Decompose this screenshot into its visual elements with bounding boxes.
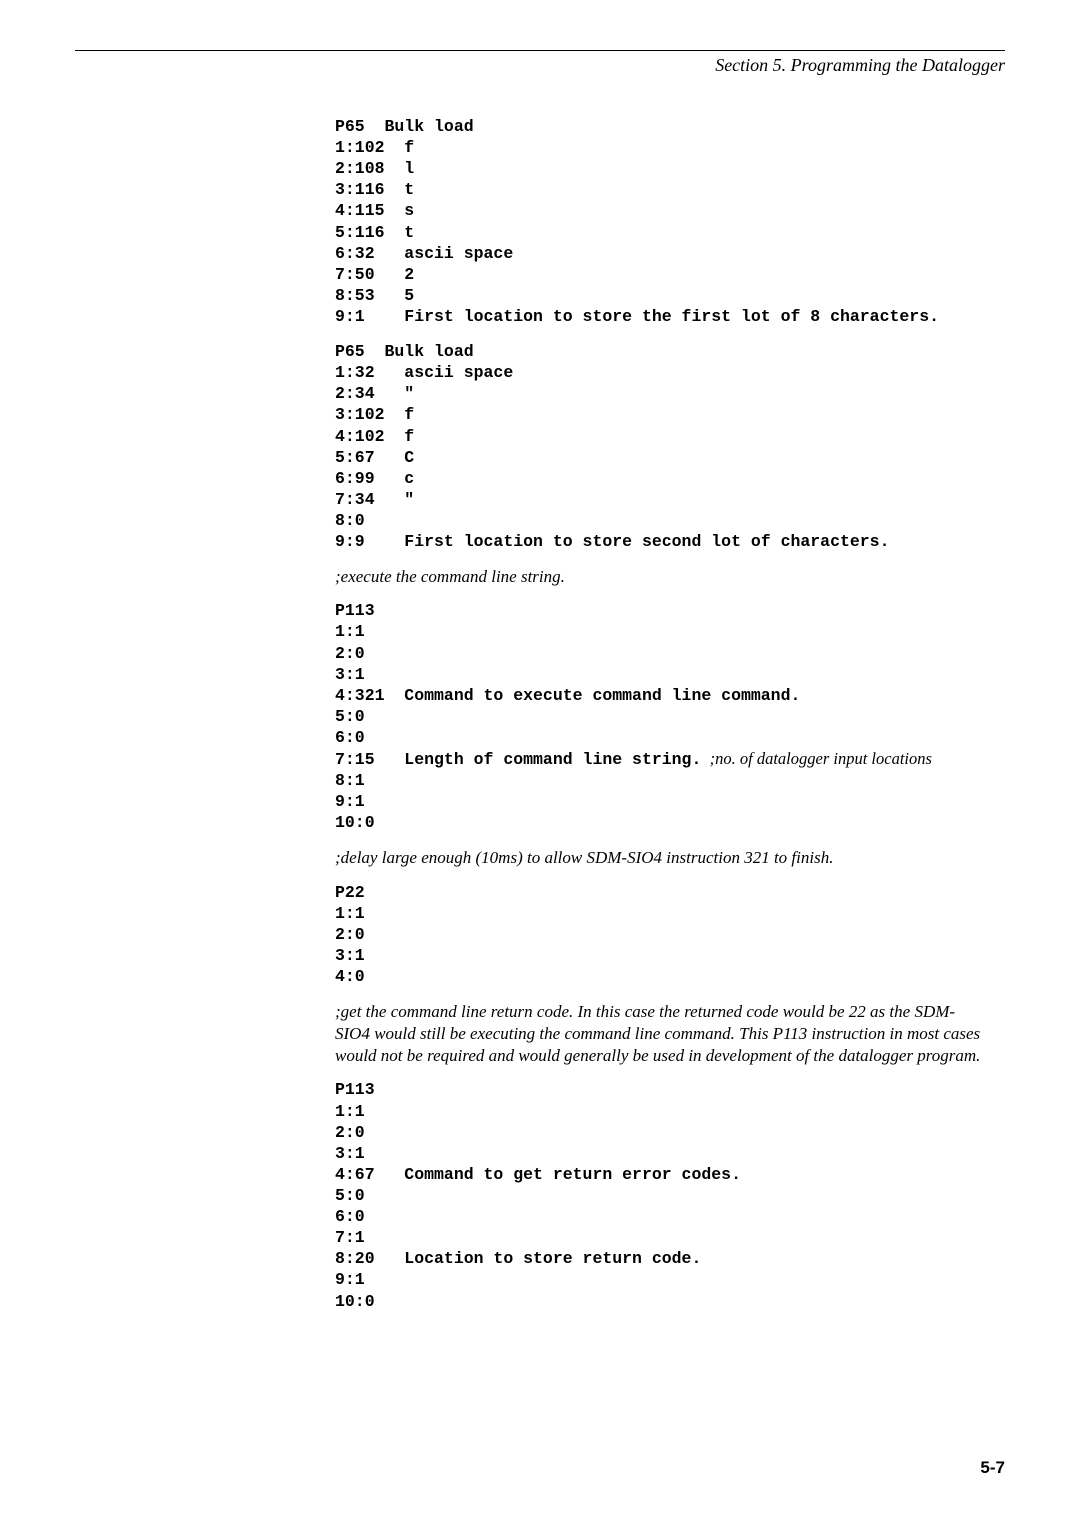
- code-line: 2:0: [335, 644, 365, 663]
- code-line: 6:0: [335, 1207, 365, 1226]
- code-line: 10:0: [335, 1292, 375, 1311]
- code-line: 10:0: [335, 813, 375, 832]
- code-line: 9:1 First location to store the first lo…: [335, 307, 939, 326]
- code-line: 4:67 Command to get return error codes.: [335, 1165, 741, 1184]
- code-block-5: P113 1:1 2:0 3:1 4:67 Command to get ret…: [335, 1079, 985, 1311]
- code-line: 7:50 2: [335, 265, 414, 284]
- header-section-title: Section 5. Programming the Datalogger: [75, 55, 1005, 76]
- code-line: 4:0: [335, 967, 365, 986]
- code-line: 2:0: [335, 1123, 365, 1142]
- code-line: 9:1: [335, 1270, 365, 1289]
- code-line: 2:108 l: [335, 159, 414, 178]
- code-line: 3:1: [335, 665, 365, 684]
- code-line: P113: [335, 1080, 375, 1099]
- code-line: P113: [335, 601, 375, 620]
- code-line: 4:115 s: [335, 201, 414, 220]
- code-block-3: P113 1:1 2:0 3:1 4:321 Command to execut…: [335, 600, 985, 833]
- code-line: 7:1: [335, 1228, 365, 1247]
- code-line: 5:67 C: [335, 448, 414, 467]
- code-line: 9:1: [335, 792, 365, 811]
- code-line: 4:321 Command to execute command line co…: [335, 686, 800, 705]
- code-line: 9:9 First location to store second lot o…: [335, 532, 890, 551]
- code-block-4: P22 1:1 2:0 3:1 4:0: [335, 882, 985, 988]
- code-line: 1:32 ascii space: [335, 363, 513, 382]
- comment-1: ;execute the command line string.: [335, 566, 985, 588]
- code-block-1: P65 Bulk load 1:102 f 2:108 l 3:116 t 4:…: [335, 116, 985, 327]
- code-block-2: P65 Bulk load 1:32 ascii space 2:34 " 3:…: [335, 341, 985, 552]
- code-line: 6:32 ascii space: [335, 244, 513, 263]
- code-line: 8:1: [335, 771, 365, 790]
- code-line: P65 Bulk load: [335, 117, 474, 136]
- code-line: 1:102 f: [335, 138, 414, 157]
- code-line: 6:99 c: [335, 469, 414, 488]
- code-line: 2:34 ": [335, 384, 414, 403]
- code-line: 6:0: [335, 728, 365, 747]
- comment-3: ;get the command line return code. In th…: [335, 1001, 985, 1067]
- code-line: 2:0: [335, 925, 365, 944]
- code-line: 5:0: [335, 707, 365, 726]
- code-line: 1:1: [335, 904, 365, 923]
- code-line: 5:0: [335, 1186, 365, 1205]
- code-line: 8:20 Location to store return code.: [335, 1249, 701, 1268]
- code-line: 5:116 t: [335, 223, 414, 242]
- code-line: 3:1: [335, 1144, 365, 1163]
- header-rule: [75, 50, 1005, 51]
- code-line: 7:34 ": [335, 490, 414, 509]
- code-line: 1:1: [335, 622, 365, 641]
- code-line: 3:1: [335, 946, 365, 965]
- comment-2: ;delay large enough (10ms) to allow SDM-…: [335, 847, 985, 869]
- page-number: 5-7: [980, 1458, 1005, 1478]
- code-line: 3:102 f: [335, 405, 414, 424]
- code-line: 1:1: [335, 1102, 365, 1121]
- code-line: 8:0: [335, 511, 365, 530]
- code-line: 4:102 f: [335, 427, 414, 446]
- main-content: P65 Bulk load 1:102 f 2:108 l 3:116 t 4:…: [335, 116, 985, 1312]
- code-line: 7:15 Length of command line string.: [335, 750, 701, 769]
- code-line: 8:53 5: [335, 286, 414, 305]
- code-line: P22: [335, 883, 365, 902]
- code-line: P65 Bulk load: [335, 342, 474, 361]
- code-line: 3:116 t: [335, 180, 414, 199]
- inline-comment: ;no. of datalogger input locations: [701, 749, 932, 768]
